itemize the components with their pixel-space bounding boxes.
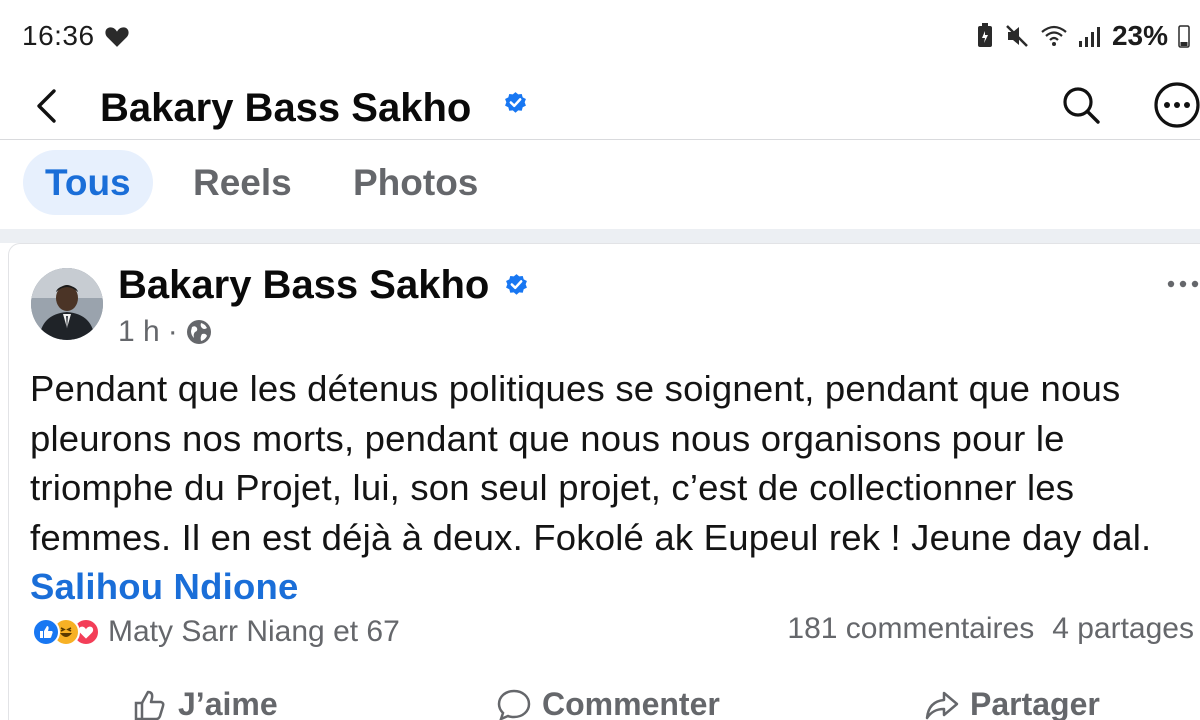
comment-icon (497, 689, 531, 720)
page-title: Bakary Bass Sakho (100, 86, 472, 130)
post-time[interactable]: 1 h (118, 314, 160, 350)
feed-divider (0, 229, 1200, 243)
post-text: Pendant que les détenus politiques se so… (30, 364, 1190, 612)
verified-badge-icon (506, 274, 527, 295)
post-more-icon[interactable] (1165, 274, 1200, 294)
status-bar: 16:36 23% (0, 0, 1200, 72)
profile-tabs: Tous Reels Photos (0, 141, 1200, 229)
post-author[interactable]: Bakary Bass Sakho (118, 262, 489, 308)
battery-icon (1178, 25, 1190, 48)
share-arrow-icon (925, 691, 959, 719)
post-stats: 181 commentaires 4 partages (787, 612, 1194, 646)
search-icon[interactable] (1058, 82, 1104, 128)
avatar[interactable] (31, 268, 103, 340)
back-button[interactable] (26, 82, 66, 130)
battery-saver-icon (977, 23, 992, 47)
status-time: 16:36 (22, 20, 95, 51)
share-label: Partager (970, 686, 1100, 720)
tab-tous[interactable]: Tous (23, 150, 153, 215)
signal-icon (1078, 27, 1100, 47)
tab-reels[interactable]: Reels (171, 150, 314, 215)
battery-percent: 23% (1111, 20, 1168, 51)
more-options-icon[interactable] (1152, 80, 1200, 130)
shares-count[interactable]: 4 partages (1052, 612, 1194, 646)
comment-button[interactable]: Commenter (496, 686, 720, 720)
post-meta: 1 h · (118, 314, 212, 350)
globe-icon (186, 320, 211, 344)
like-button[interactable]: J’aime (132, 686, 278, 720)
mute-icon (1006, 25, 1028, 47)
heart-icon (105, 27, 129, 47)
comment-label: Commenter (542, 686, 720, 720)
avatar-image (31, 268, 103, 340)
tab-photos[interactable]: Photos (331, 150, 500, 215)
profile-header: Bakary Bass Sakho (0, 72, 1200, 140)
post-body: Pendant que les détenus politiques se so… (30, 368, 1152, 558)
reactions-text: Maty Sarr Niang et 67 (108, 615, 400, 648)
back-arrow-icon (37, 89, 56, 123)
comments-count[interactable]: 181 commentaires (787, 612, 1034, 646)
reactions-summary[interactable]: Maty Sarr Niang et 67 (32, 615, 400, 649)
mention-link[interactable]: Salihou Ndione (30, 566, 298, 607)
share-button[interactable]: Partager (924, 686, 1100, 720)
thumbs-up-icon (134, 690, 165, 720)
like-reaction-icon (32, 618, 60, 646)
meta-separator: · (167, 315, 178, 348)
status-icons: 23% (976, 20, 1190, 52)
wifi-icon (1041, 25, 1067, 46)
post-actions: J’aime Commenter Partager (0, 682, 1200, 720)
verified-badge-icon (505, 92, 526, 113)
like-label: J’aime (178, 686, 278, 720)
